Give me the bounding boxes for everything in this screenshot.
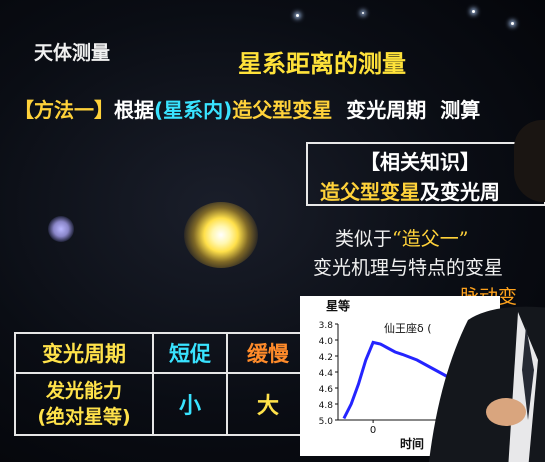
cell-large: 大 (226, 372, 310, 436)
presenter-figure (428, 306, 545, 462)
slide-title: 星系距离的测量 (238, 50, 406, 78)
method-star-type: 造父型变星 (232, 98, 333, 122)
similar-quote: “造父一” (392, 228, 469, 250)
similar-line-2: 变光机理与特点的变星 (313, 257, 504, 279)
bright-star-icon (184, 202, 258, 268)
sparkle-star (362, 12, 364, 14)
y-tick-label: 4.0 (319, 337, 334, 347)
method-line: 【方法一】根据(星系内)造父型变星 变光周期 测算 (14, 94, 480, 123)
knowledge-term: 造父型变星 (320, 180, 420, 204)
similar-line-1: 类似于“造父一” (335, 224, 468, 251)
row-label-luminosity: 发光能力 (绝对星等) (14, 372, 154, 436)
chart-ylabel: 星等 (326, 298, 350, 313)
chart-xlabel: 时间 (400, 436, 424, 451)
header-short: 短促 (152, 332, 228, 374)
row-label-line-2: (绝对星等) (37, 406, 131, 428)
sparkle-star (511, 22, 514, 25)
method-measure: 测算 (440, 98, 481, 122)
y-tick-label: 3.8 (319, 321, 334, 331)
y-tick-label: 4.6 (319, 385, 334, 395)
topic-label: 天体测量 (34, 42, 111, 64)
table-row: 变光周期 短促 缓慢 (14, 332, 310, 374)
chart-series-label: 仙王座δ ( (384, 321, 432, 335)
header-slow: 缓慢 (226, 332, 310, 374)
cell-small: 小 (152, 372, 228, 436)
row-label-line-1: 发光能力 (45, 380, 122, 402)
y-tick-label: 5.0 (319, 417, 334, 427)
table-row: 发光能力 (绝对星等) 小 大 (14, 372, 310, 436)
comparison-table: 变光周期 短促 缓慢 发光能力 (绝对星等) 小 大 (14, 332, 310, 436)
y-tick-label: 4.8 (319, 401, 334, 411)
knowledge-header: 【相关知识】 (360, 150, 480, 174)
sparkle-star (472, 10, 475, 13)
similar-prefix: 类似于 (335, 228, 393, 250)
sparkle-star (296, 14, 299, 17)
method-bracket-label: 【方法一】 (14, 98, 114, 122)
header-period: 变光周期 (14, 332, 154, 374)
dim-star-icon (48, 216, 74, 242)
presenter-hand (486, 398, 526, 426)
slide: 天体测量 星系距离的测量 【方法一】根据(星系内)造父型变星 变光周期 测算 【相关… (0, 0, 545, 462)
method-text-before: 根据 (114, 98, 154, 122)
x-tick-label: 0 (370, 425, 376, 436)
knowledge-rest: 及变光周 (420, 180, 500, 204)
method-period: 变光周期 (346, 98, 427, 122)
knowledge-term-line: 造父型变星及变光周 (320, 176, 500, 205)
y-tick-label: 4.4 (319, 369, 334, 379)
method-highlight: (星系内) (154, 98, 233, 122)
y-tick-label: 4.2 (319, 353, 333, 363)
